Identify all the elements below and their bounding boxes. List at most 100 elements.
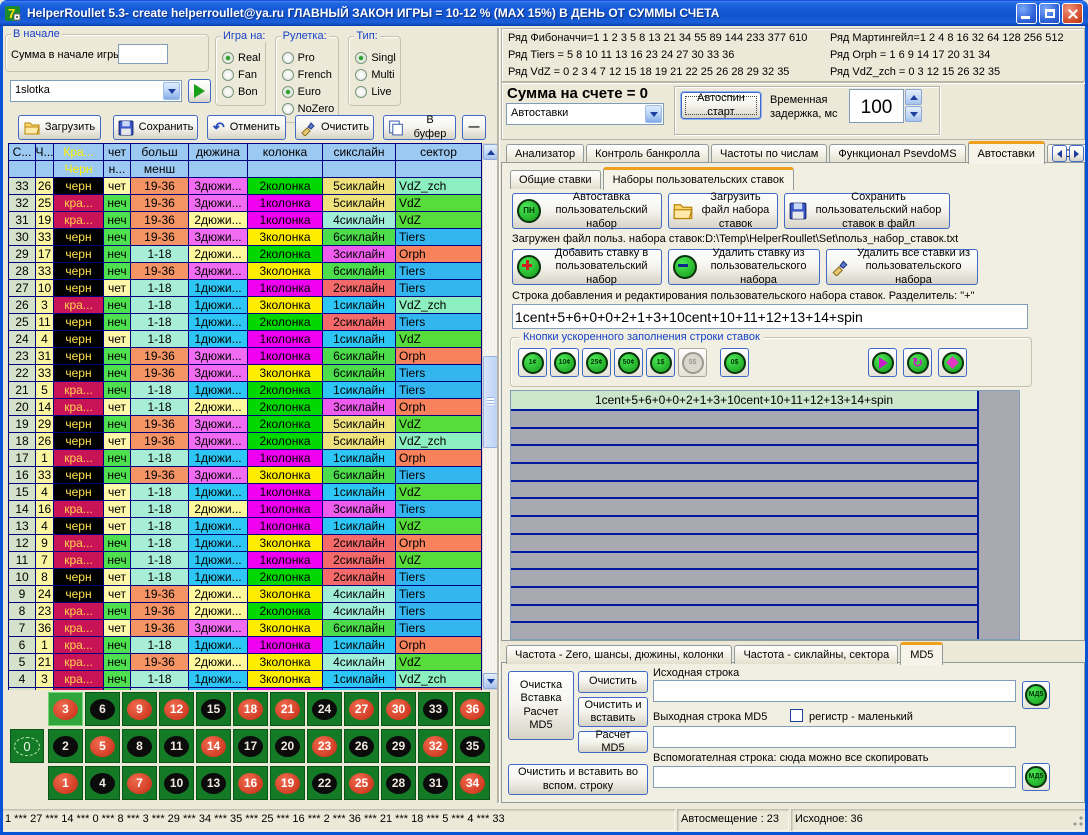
tab-Частота - Zero, шансы, дюжины, колонки[interactable]: Частота - Zero, шансы, дюжины, колонки	[506, 645, 732, 664]
tab-Функционал PsevdoMS[interactable]: Функционал PsevdoMS	[829, 144, 965, 163]
board-cell-4[interactable]: 4	[85, 766, 120, 800]
md5-clear-paste-aux-button[interactable]: Очистить и вставить во вспом. строку	[508, 764, 648, 795]
board-cell-21[interactable]: 21	[270, 692, 305, 726]
md5-calc-button[interactable]: Расчет MD5	[578, 731, 648, 753]
chip-0$[interactable]: 0$	[720, 348, 749, 377]
board-cell-31[interactable]: 31	[418, 766, 453, 800]
md5-big-button[interactable]: Очистка Вставка Расчет MD5	[508, 671, 574, 740]
chip-1$[interactable]: 1$	[646, 348, 675, 377]
radio-French[interactable]: French	[282, 69, 335, 81]
tab-Частота - сиклайны, сектора[interactable]: Частота - сиклайны, сектора	[734, 645, 898, 664]
list-row[interactable]	[511, 606, 977, 624]
close-button[interactable]	[1062, 3, 1083, 24]
radio-Euro[interactable]: Euro	[282, 86, 335, 98]
tab-scroll-right-icon[interactable]	[1069, 145, 1084, 162]
start-button[interactable]	[188, 79, 211, 103]
list-row[interactable]	[511, 446, 977, 464]
board-cell-23[interactable]: 23	[307, 729, 342, 763]
radio-Live[interactable]: Live	[355, 86, 395, 98]
board-cell-12[interactable]: 12	[159, 692, 194, 726]
minus-button[interactable]: —	[462, 115, 486, 140]
list-row[interactable]	[511, 588, 977, 606]
autospin-button[interactable]: Автоспин старт	[681, 92, 761, 119]
list-row[interactable]	[511, 535, 977, 553]
board-cell-1[interactable]: 1	[48, 766, 83, 800]
list-row[interactable]	[511, 499, 977, 517]
radio-Multi[interactable]: Multi	[355, 69, 395, 81]
md5-clear-button[interactable]: Очистить	[578, 671, 648, 693]
chip-action-play[interactable]	[868, 348, 897, 377]
list-row[interactable]	[511, 517, 977, 535]
tab-Общие ставки[interactable]: Общие ставки	[510, 170, 601, 189]
start-sum-input[interactable]	[118, 44, 168, 64]
chip-10¢[interactable]: 10¢	[550, 348, 579, 377]
scroll-thumb[interactable]	[483, 356, 498, 448]
radio-Singl[interactable]: Singl	[355, 52, 395, 64]
tab-Контроль банкролла[interactable]: Контроль банкролла	[586, 144, 709, 163]
board-cell-32[interactable]: 32	[418, 729, 453, 763]
undo-button[interactable]: ↶ Отменить	[207, 115, 286, 140]
chip-1¢[interactable]: 1¢	[518, 348, 547, 377]
maximize-button[interactable]	[1039, 3, 1060, 24]
autoset-userset-button[interactable]: ПН Автоставка пользовательский набор	[512, 193, 662, 229]
load-betfile-button[interactable]: Загрузить файл набора ставок	[668, 193, 778, 229]
md5-source-input[interactable]	[653, 680, 1016, 702]
radio-Bon[interactable]: Bon	[222, 86, 261, 98]
resize-grip[interactable]	[1072, 815, 1084, 827]
board-cell-35[interactable]: 35	[455, 729, 490, 763]
scroll-down-icon[interactable]	[483, 673, 498, 689]
radio-Fan[interactable]: Fan	[222, 69, 261, 81]
add-bet-button[interactable]: Добавить ставку в пользовательский набор	[512, 249, 662, 285]
board-cell-18[interactable]: 18	[233, 692, 268, 726]
list-row[interactable]	[511, 553, 977, 571]
mode-combo[interactable]: Автоставки	[506, 103, 664, 125]
chip-action-reload[interactable]: ↻	[903, 348, 932, 377]
chip-25¢[interactable]: 25¢	[582, 348, 611, 377]
board-cell-33[interactable]: 33	[418, 692, 453, 726]
board-cell-17[interactable]: 17	[233, 729, 268, 763]
board-cell-5[interactable]: 5	[85, 729, 120, 763]
board-cell-0[interactable]: 0	[10, 729, 44, 763]
minimize-button[interactable]	[1016, 3, 1037, 24]
delay-down-icon[interactable]	[905, 106, 922, 122]
md5-case-checkbox[interactable]	[790, 709, 803, 722]
chevron-down-icon[interactable]	[645, 105, 662, 123]
board-cell-9[interactable]: 9	[122, 692, 157, 726]
md5-aux-input[interactable]	[653, 766, 1016, 788]
remove-bet-button[interactable]: Удалить ставку из пользовательского набо…	[668, 249, 820, 285]
slot-combo[interactable]: 1slotka	[10, 80, 182, 102]
board-cell-15[interactable]: 15	[196, 692, 231, 726]
radio-Real[interactable]: Real	[222, 52, 261, 64]
board-cell-26[interactable]: 26	[344, 729, 379, 763]
board-cell-20[interactable]: 20	[270, 729, 305, 763]
board-cell-16[interactable]: 16	[233, 766, 268, 800]
list-row[interactable]	[511, 623, 977, 639]
md5-calc-icon-button[interactable]: МД5	[1022, 681, 1050, 709]
delay-input[interactable]	[849, 89, 904, 123]
tab-Анализатор[interactable]: Анализатор	[506, 144, 584, 163]
board-cell-29[interactable]: 29	[381, 729, 416, 763]
board-cell-13[interactable]: 13	[196, 766, 231, 800]
board-cell-7[interactable]: 7	[122, 766, 157, 800]
remove-all-bets-button[interactable]: Удалить все ставки из пользовательского …	[826, 249, 978, 285]
autobets-list[interactable]: 1cent+5+6+0+0+2+1+3+10cent+10+11+12+13+1…	[510, 390, 1020, 640]
save-betfile-button[interactable]: Сохранить пользовательский набор ставок …	[784, 193, 950, 229]
tab-Автоставки[interactable]: Автоставки	[968, 141, 1045, 164]
tab-Наборы пользовательских ставок[interactable]: Наборы пользовательских ставок	[603, 167, 794, 190]
board-cell-30[interactable]: 30	[381, 692, 416, 726]
delay-up-icon[interactable]	[905, 89, 922, 105]
list-row[interactable]	[511, 429, 977, 447]
chip-50¢[interactable]: 50¢	[614, 348, 643, 377]
board-cell-3[interactable]: 3	[48, 692, 83, 726]
md5-aux-icon-button[interactable]: МД5	[1022, 763, 1050, 791]
board-cell-2[interactable]: 2	[48, 729, 83, 763]
board-cell-25[interactable]: 25	[344, 766, 379, 800]
tab-Частоты по числам[interactable]: Частоты по числам	[711, 144, 827, 163]
save-button[interactable]: Сохранить	[113, 115, 198, 140]
board-cell-27[interactable]: 27	[344, 692, 379, 726]
chip-action-bets[interactable]	[938, 348, 967, 377]
tab-MD5[interactable]: MD5	[900, 642, 943, 665]
load-button[interactable]: Загрузить	[18, 115, 101, 140]
board-cell-28[interactable]: 28	[381, 766, 416, 800]
list-row[interactable]	[511, 482, 977, 500]
